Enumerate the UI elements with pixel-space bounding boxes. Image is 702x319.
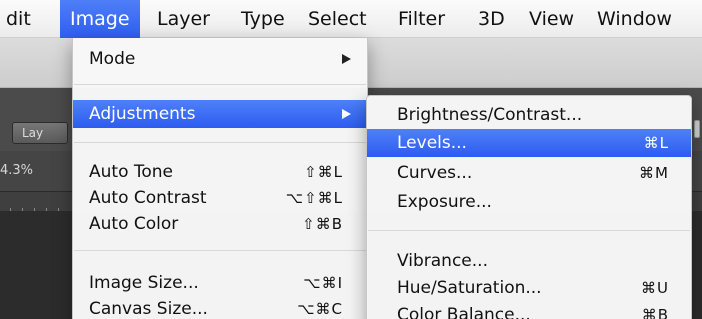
- shortcut-label: ⌘L: [643, 134, 669, 152]
- menu-item-label: Adjustments: [89, 104, 196, 124]
- menu-item-mode[interactable]: Mode: [73, 45, 367, 73]
- panel-handle[interactable]: [694, 120, 700, 138]
- menu-filter[interactable]: Filter: [388, 0, 455, 38]
- image-menu: Mode Adjustments Auto Tone ⇧⌘L Auto Cont…: [72, 38, 368, 319]
- menu-separator: [368, 230, 690, 231]
- menu-item-canvas-size[interactable]: Canvas Size... ⌥⌘C: [73, 295, 367, 319]
- menu-select[interactable]: Select: [298, 0, 377, 38]
- menu-item-levels[interactable]: Levels... ⌘L: [367, 129, 691, 157]
- menu-bar: dit Image Layer Type Select Filter 3D Vi…: [0, 0, 702, 38]
- menu-layer[interactable]: Layer: [147, 0, 220, 38]
- menu-item-brightness-contrast[interactable]: Brightness/Contrast...: [367, 101, 691, 129]
- menu-item-label: Levels...: [397, 133, 467, 153]
- shortcut-label: ⌘M: [639, 164, 669, 182]
- menu-item-adjustments[interactable]: Adjustments: [73, 100, 367, 128]
- menu-view[interactable]: View: [519, 0, 584, 38]
- menu-item-label: Mode: [89, 49, 136, 69]
- shortcut-label: ⇧⌘L: [304, 163, 343, 181]
- menu-window[interactable]: Window: [587, 0, 682, 38]
- menu-item-auto-color[interactable]: Auto Color ⇧⌘B: [73, 210, 367, 238]
- menu-separator: [74, 250, 366, 251]
- adjustments-submenu: Brightness/Contrast... Levels... ⌘L Curv…: [366, 95, 692, 319]
- layer-button[interactable]: Lay: [12, 122, 68, 144]
- shortcut-label: ⌘U: [641, 279, 669, 297]
- menu-separator: [74, 142, 366, 143]
- menu-image[interactable]: Image: [60, 0, 140, 38]
- menu-item-image-size[interactable]: Image Size... ⌥⌘I: [73, 269, 367, 297]
- menu-item-label: Hue/Saturation...: [397, 278, 542, 298]
- menu-item-hue-saturation[interactable]: Hue/Saturation... ⌘U: [367, 274, 691, 302]
- menu-item-label: Color Balance...: [397, 305, 531, 319]
- menu-separator: [74, 84, 366, 85]
- menu-item-vibrance[interactable]: Vibrance...: [367, 247, 691, 275]
- shortcut-label: ⌘B: [641, 306, 669, 319]
- menu-item-color-balance[interactable]: Color Balance... ⌘B: [367, 301, 691, 319]
- menu-item-label: Brightness/Contrast...: [397, 105, 583, 125]
- menu-item-label: Auto Contrast: [89, 188, 207, 208]
- menu-item-label: Auto Tone: [89, 162, 174, 182]
- menu-edit[interactable]: dit: [0, 0, 41, 38]
- menu-item-label: Image Size...: [89, 273, 199, 293]
- menu-item-label: Curves...: [397, 163, 473, 183]
- shortcut-label: ⌥⇧⌘L: [285, 189, 343, 207]
- menu-item-exposure[interactable]: Exposure...: [367, 188, 691, 216]
- shortcut-label: ⌥⌘I: [303, 274, 343, 292]
- submenu-arrow-icon: [342, 54, 351, 64]
- menu-item-auto-tone[interactable]: Auto Tone ⇧⌘L: [73, 158, 367, 186]
- menu-item-auto-contrast[interactable]: Auto Contrast ⌥⇧⌘L: [73, 184, 367, 212]
- menu-item-label: Auto Color: [89, 214, 179, 234]
- menu-3d[interactable]: 3D: [468, 0, 515, 38]
- zoom-level: 4.3%: [0, 163, 34, 178]
- menu-item-label: Vibrance...: [397, 251, 488, 271]
- shortcut-label: ⌥⌘C: [297, 300, 343, 318]
- shortcut-label: ⇧⌘B: [302, 215, 343, 233]
- menu-item-label: Exposure...: [397, 192, 492, 212]
- submenu-arrow-icon: [342, 109, 351, 119]
- menu-item-label: Canvas Size...: [89, 299, 208, 319]
- menu-type[interactable]: Type: [231, 0, 295, 38]
- menu-item-curves[interactable]: Curves... ⌘M: [367, 159, 691, 187]
